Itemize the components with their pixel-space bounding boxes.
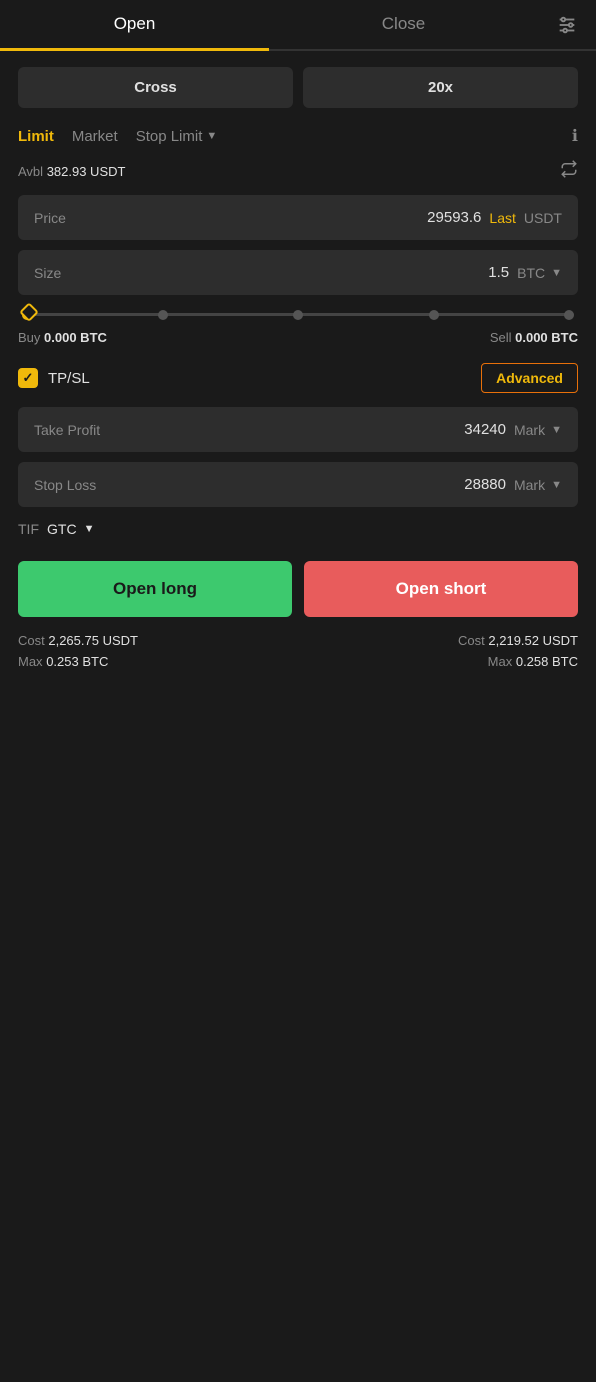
order-type-market[interactable]: Market — [72, 128, 118, 145]
avbl-row: Avbl 382.93 USDT — [18, 160, 578, 183]
order-tabs: Open Close — [0, 0, 596, 51]
price-unit: USDT — [524, 210, 562, 226]
slider-tick-100[interactable] — [564, 310, 574, 320]
stop-loss-label: Stop Loss — [34, 477, 96, 493]
size-label: Size — [34, 265, 61, 281]
buy-sell-row: Buy 0.000 BTC Sell 0.000 BTC — [18, 330, 578, 345]
tpsl-checkbox[interactable]: ✓ — [18, 368, 38, 388]
tpsl-left: ✓ TP/SL — [18, 368, 90, 388]
slider-ticks — [22, 310, 574, 320]
slider-tick-75[interactable] — [429, 310, 439, 320]
cost-left: Cost 2,265.75 USDT — [18, 633, 138, 648]
slider-container[interactable] — [18, 313, 578, 316]
price-label: Price — [34, 210, 66, 226]
max-right: Max 0.258 BTC — [488, 654, 578, 669]
take-profit-unit-dropdown[interactable]: Mark ▼ — [514, 422, 562, 438]
cost-right: Cost 2,219.52 USDT — [458, 633, 578, 648]
order-type-limit[interactable]: Limit — [18, 128, 54, 145]
avbl-label: Avbl 382.93 USDT — [18, 164, 125, 179]
transfer-icon[interactable] — [560, 160, 578, 183]
cross-button[interactable]: Cross — [18, 67, 293, 108]
advanced-button[interactable]: Advanced — [481, 363, 578, 393]
tif-label: TIF — [18, 521, 39, 537]
buy-label: Buy 0.000 BTC — [18, 330, 107, 345]
open-long-button[interactable]: Open long — [18, 561, 292, 617]
take-profit-caret-icon: ▼ — [551, 424, 562, 436]
size-value: 1.5 — [488, 264, 509, 281]
tpsl-row: ✓ TP/SL Advanced — [18, 363, 578, 393]
settings-icon[interactable] — [538, 0, 596, 49]
take-profit-field[interactable]: Take Profit 34240 Mark ▼ — [18, 407, 578, 452]
tab-close[interactable]: Close — [269, 0, 538, 49]
stop-loss-unit-dropdown[interactable]: Mark ▼ — [514, 477, 562, 493]
tab-open[interactable]: Open — [0, 0, 269, 51]
tpsl-label: TP/SL — [48, 370, 90, 387]
cost-row: Cost 2,265.75 USDT Cost 2,219.52 USDT — [18, 633, 578, 648]
order-type-stoplimit[interactable]: Stop Limit ▼ — [136, 128, 218, 145]
price-tag: Last — [489, 210, 515, 226]
take-profit-value: 34240 — [464, 421, 506, 438]
stop-loss-field[interactable]: Stop Loss 28880 Mark ▼ — [18, 462, 578, 507]
stoplimit-caret-icon: ▼ — [206, 130, 217, 142]
stop-loss-caret-icon: ▼ — [551, 479, 562, 491]
checkmark-icon: ✓ — [23, 370, 34, 386]
slider-tick-50[interactable] — [293, 310, 303, 320]
slider-tick-25[interactable] — [158, 310, 168, 320]
stop-loss-value: 28880 — [464, 476, 506, 493]
take-profit-label: Take Profit — [34, 422, 100, 438]
leverage-row: Cross 20x — [18, 67, 578, 108]
info-icon[interactable]: ℹ — [572, 126, 578, 146]
open-short-button[interactable]: Open short — [304, 561, 578, 617]
slider-track[interactable] — [22, 313, 574, 316]
size-unit-dropdown[interactable]: BTC ▼ — [517, 265, 562, 281]
tif-caret-icon: ▼ — [84, 523, 95, 535]
max-row: Max 0.253 BTC Max 0.258 BTC — [18, 654, 578, 669]
leverage-value-button[interactable]: 20x — [303, 67, 578, 108]
tif-dropdown[interactable]: GTC ▼ — [47, 521, 94, 537]
price-field[interactable]: Price 29593.6 Last USDT — [18, 195, 578, 240]
order-type-row: Limit Market Stop Limit ▼ ℹ — [18, 126, 578, 146]
max-left: Max 0.253 BTC — [18, 654, 108, 669]
size-field[interactable]: Size 1.5 BTC ▼ — [18, 250, 578, 295]
sell-label: Sell 0.000 BTC — [490, 330, 578, 345]
action-buttons: Open long Open short — [18, 561, 578, 617]
price-value: 29593.6 — [427, 209, 481, 226]
tif-row: TIF GTC ▼ — [18, 521, 578, 537]
size-caret-icon: ▼ — [551, 267, 562, 279]
